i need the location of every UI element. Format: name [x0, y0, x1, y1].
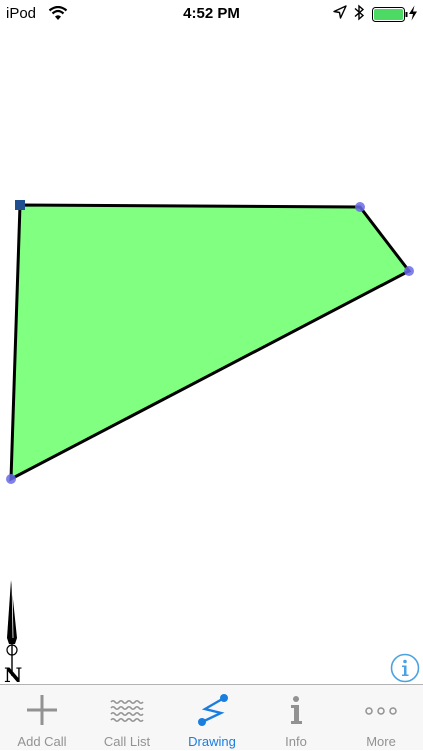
tab-bar: Add Call Call List Drawing Info More: [0, 684, 423, 750]
tab-label: Info: [285, 734, 307, 749]
location-arrow-icon: [333, 5, 347, 19]
tab-call-list[interactable]: Call List: [85, 685, 169, 751]
drawn-polygon[interactable]: [9, 203, 412, 482]
tab-info[interactable]: Info: [254, 685, 338, 751]
vertex-handle[interactable]: [355, 202, 365, 212]
tab-label: Add Call: [17, 734, 67, 749]
tab-label: Call List: [103, 734, 151, 749]
wavy-lines-icon: [110, 699, 144, 723]
tab-drawing[interactable]: Drawing: [170, 685, 254, 751]
tab-label: Drawing: [188, 734, 236, 749]
vertex-handle[interactable]: [6, 474, 16, 484]
vertex-handle[interactable]: [404, 266, 414, 276]
drawing-canvas[interactable]: [0, 28, 423, 684]
polyline-icon: [198, 694, 228, 726]
start-vertex-handle[interactable]: [15, 200, 25, 210]
wifi-icon: [48, 6, 68, 20]
battery-icon: [372, 7, 408, 22]
bluetooth-icon: [354, 4, 365, 21]
info-i-icon: [291, 696, 302, 724]
status-bar: iPod 4:52 PM: [0, 0, 423, 28]
tab-add-call[interactable]: Add Call: [0, 685, 84, 751]
plus-icon: [27, 695, 57, 725]
carrier-name: iPod: [6, 5, 37, 22]
charging-bolt-icon: [409, 5, 417, 21]
more-dots-icon: [365, 707, 397, 715]
tab-more[interactable]: More: [339, 685, 423, 751]
info-button[interactable]: [390, 653, 420, 683]
tab-label: More: [366, 734, 396, 749]
